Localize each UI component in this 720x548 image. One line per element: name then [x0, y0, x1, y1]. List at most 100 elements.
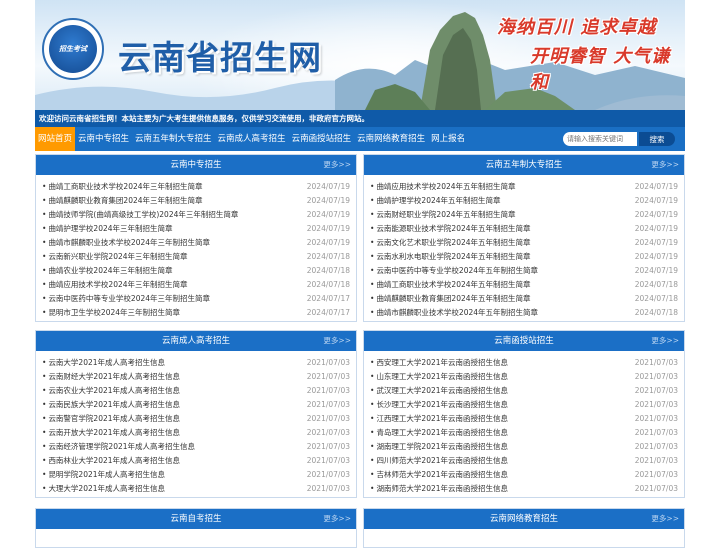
- panel-title[interactable]: 云南中专招生: [170, 160, 221, 170]
- article-link[interactable]: 西南林业大学2021年成人高考招生信息: [42, 454, 180, 468]
- article-date: 2024/07/19: [306, 238, 350, 247]
- panel-online-education: 云南网络教育招生 更多>>: [363, 508, 685, 548]
- article-link[interactable]: 云南水利水电职业学院2024年五年制招生简章: [370, 250, 530, 264]
- list-item: 山东理工大学2021年云南函授招生信息 2021/07/03: [370, 370, 678, 384]
- article-date: 2021/07/03: [306, 358, 350, 367]
- site-banner: 招生考试 云南省招生网 海纳百川 追求卓越 开明睿智 大气谦和: [35, 0, 685, 110]
- search-button[interactable]: 搜索: [639, 132, 675, 146]
- slogan-line-2: 开明睿智 大气谦和: [530, 46, 671, 93]
- panel-secondary-vocational: 云南中专招生 更多>> 曲靖工商职业技术学校2024年三年制招生简章 2024/07/…: [35, 154, 357, 322]
- article-link[interactable]: 云南中医药中等专业学校2024年五年制招生简章: [370, 264, 538, 278]
- article-link[interactable]: 长沙理工大学2021年云南函授招生信息: [370, 398, 508, 412]
- list-item: 曲靖市麒麟职业技术学校2024年五年制招生简章 2024/07/18: [370, 306, 678, 320]
- list-item: 云南文化艺术职业学院2024年五年制招生简章 2024/07/19: [370, 236, 678, 250]
- article-link[interactable]: 曲靖农业学校2024年三年制招生简章: [42, 264, 172, 278]
- article-date: 2021/07/03: [634, 372, 678, 381]
- nav-item-correspondence[interactable]: 云南函授站招生: [289, 127, 355, 151]
- nav-item-five-year-college[interactable]: 云南五年制大专招生: [132, 127, 215, 151]
- article-link[interactable]: 曲靖麒麟职业教育集团2024年三年制招生简章: [42, 194, 202, 208]
- panel-header: 云南网络教育招生 更多>>: [364, 509, 684, 529]
- more-link[interactable]: 更多>>: [323, 155, 351, 175]
- article-link[interactable]: 湖南理工学院2021年云南函授招生信息: [370, 440, 508, 454]
- article-link[interactable]: 云南财经职业学院2024年五年制招生简章: [370, 208, 515, 222]
- more-link[interactable]: 更多>>: [651, 331, 679, 351]
- panel-title[interactable]: 云南五年制大专招生: [486, 160, 563, 170]
- article-link[interactable]: 曲靖工商职业技术学校2024年三年制招生简章: [42, 180, 202, 194]
- list-item: 昆明学院2021年成人高考招生信息 2021/07/03: [42, 468, 350, 482]
- list-item: 云南能源职业技术学院2024年五年制招生简章 2024/07/19: [370, 222, 678, 236]
- article-link[interactable]: 云南能源职业技术学院2024年五年制招生简章: [370, 222, 530, 236]
- article-link[interactable]: 云南民族大学2021年成人高考招生信息: [42, 398, 180, 412]
- article-link[interactable]: 西安理工大学2021年云南函授招生信息: [370, 356, 508, 370]
- search-input[interactable]: [563, 132, 637, 146]
- site-logo[interactable]: 招生考试: [42, 18, 104, 80]
- article-link[interactable]: 曲靖护理学校2024年五年制招生简章: [370, 194, 500, 208]
- article-link[interactable]: 湖南师范大学2021年云南函授招生信息: [370, 482, 508, 496]
- article-link[interactable]: 曲靖麒麟职业教育集团2024年五年制招生简章: [370, 292, 530, 306]
- list-item: 西南林业大学2021年成人高考招生信息 2021/07/03: [42, 454, 350, 468]
- panel-title[interactable]: 云南成人高考招生: [162, 336, 230, 346]
- article-list: [364, 529, 684, 534]
- article-link[interactable]: 昆明市卫生学校2024年三年制招生简章: [42, 306, 180, 320]
- panel-title[interactable]: 云南自考招生: [170, 514, 221, 524]
- list-item: 曲靖工商职业技术学校2024年三年制招生简章 2024/07/19: [42, 180, 350, 194]
- article-link[interactable]: 曲靖护理学校2024年三年制招生简章: [42, 222, 172, 236]
- article-link[interactable]: 青岛理工大学2021年云南函授招生信息: [370, 426, 508, 440]
- site-title: 云南省招生网: [118, 38, 322, 77]
- article-date: 2021/07/03: [634, 442, 678, 451]
- list-item: 曲靖护理学校2024年三年制招生简章 2024/07/19: [42, 222, 350, 236]
- article-link[interactable]: 昆明学院2021年成人高考招生信息: [42, 468, 165, 482]
- panel-title[interactable]: 云南网络教育招生: [490, 514, 558, 524]
- list-item: 曲靖技师学院(曲靖高级技工学校)2024年三年制招生简章 2024/07/19: [42, 208, 350, 222]
- more-link[interactable]: 更多>>: [323, 509, 351, 529]
- list-item: 云南农业大学2021年成人高考招生信息 2021/07/03: [42, 384, 350, 398]
- article-link[interactable]: 曲靖市麒麟职业技术学校2024年五年制招生简章: [370, 306, 538, 320]
- article-link[interactable]: 曲靖工商职业技术学校2024年五年制招生简章: [370, 278, 530, 292]
- nav-item-online-registration[interactable]: 网上报名: [428, 127, 468, 151]
- article-date: 2024/07/19: [306, 196, 350, 205]
- article-link[interactable]: 曲靖应用技术学校2024年五年制招生简章: [370, 180, 515, 194]
- article-link[interactable]: 云南中医药中等专业学校2024年三年制招生简章: [42, 292, 210, 306]
- article-link[interactable]: 山东理工大学2021年云南函授招生信息: [370, 370, 508, 384]
- article-link[interactable]: 曲靖市麒麟职业技术学校2024年三年制招生简章: [42, 236, 210, 250]
- article-list: 曲靖工商职业技术学校2024年三年制招生简章2024/07/19曲靖麒麟职业教育…: [36, 175, 356, 320]
- list-item: 西安理工大学2021年云南函授招生信息 2021/07/03: [370, 356, 678, 370]
- list-item: 曲靖农业学校2024年三年制招生简章 2024/07/18: [42, 264, 350, 278]
- article-date: 2024/07/18: [634, 280, 678, 289]
- list-item: 曲靖市麒麟职业技术学校2024年三年制招生简章 2024/07/19: [42, 236, 350, 250]
- article-link[interactable]: 吉林师范大学2021年云南函授招生信息: [370, 468, 508, 482]
- list-item: 云南大学2021年成人高考招生信息 2021/07/03: [42, 356, 350, 370]
- panel-header: 云南函授站招生 更多>>: [364, 331, 684, 351]
- nav-item-adult-exam[interactable]: 云南成人高考招生: [215, 127, 289, 151]
- list-item: 大理大学2021年成人高考招生信息 2021/07/03: [42, 482, 350, 496]
- article-link[interactable]: 大理大学2021年成人高考招生信息: [42, 482, 165, 496]
- article-date: 2021/07/03: [634, 484, 678, 493]
- list-item: 长沙理工大学2021年云南函授招生信息 2021/07/03: [370, 398, 678, 412]
- article-link[interactable]: 云南文化艺术职业学院2024年五年制招生简章: [370, 236, 530, 250]
- more-link[interactable]: 更多>>: [323, 331, 351, 351]
- article-link[interactable]: 四川师范大学2021年云南函授招生信息: [370, 454, 508, 468]
- article-link[interactable]: 曲靖应用技术学校2024年三年制招生简章: [42, 278, 187, 292]
- list-item: 云南财经大学2021年成人高考招生信息 2021/07/03: [42, 370, 350, 384]
- panel-title[interactable]: 云南函授站招生: [494, 336, 554, 346]
- article-link[interactable]: 云南开放大学2021年成人高考招生信息: [42, 426, 180, 440]
- list-item: 曲靖应用技术学校2024年五年制招生简章 2024/07/19: [370, 180, 678, 194]
- nav-item-secondary-vocational[interactable]: 云南中专招生: [75, 127, 132, 151]
- article-link[interactable]: 江西理工大学2021年云南函授招生信息: [370, 412, 508, 426]
- article-link[interactable]: 云南新兴职业学院2024年三年制招生简章: [42, 250, 187, 264]
- article-date: 2024/07/18: [634, 308, 678, 317]
- article-link[interactable]: 云南农业大学2021年成人高考招生信息: [42, 384, 180, 398]
- article-link[interactable]: 云南经济管理学院2021年成人高考招生信息: [42, 440, 195, 454]
- article-link[interactable]: 曲靖技师学院(曲靖高级技工学校)2024年三年制招生简章: [42, 208, 238, 222]
- article-link[interactable]: 云南财经大学2021年成人高考招生信息: [42, 370, 180, 384]
- list-item: 曲靖护理学校2024年五年制招生简章 2024/07/19: [370, 194, 678, 208]
- list-item: 云南民族大学2021年成人高考招生信息 2021/07/03: [42, 398, 350, 412]
- article-link[interactable]: 武汉理工大学2021年云南函授招生信息: [370, 384, 508, 398]
- more-link[interactable]: 更多>>: [651, 509, 679, 529]
- more-link[interactable]: 更多>>: [651, 155, 679, 175]
- nav-item-home[interactable]: 网站首页: [35, 127, 76, 151]
- article-list: 西安理工大学2021年云南函授招生信息2021/07/03山东理工大学2021年…: [364, 351, 684, 496]
- article-link[interactable]: 云南大学2021年成人高考招生信息: [42, 356, 165, 370]
- nav-item-online-education[interactable]: 云南网络教育招生: [354, 127, 428, 151]
- article-link[interactable]: 云南警官学院2021年成人高考招生信息: [42, 412, 180, 426]
